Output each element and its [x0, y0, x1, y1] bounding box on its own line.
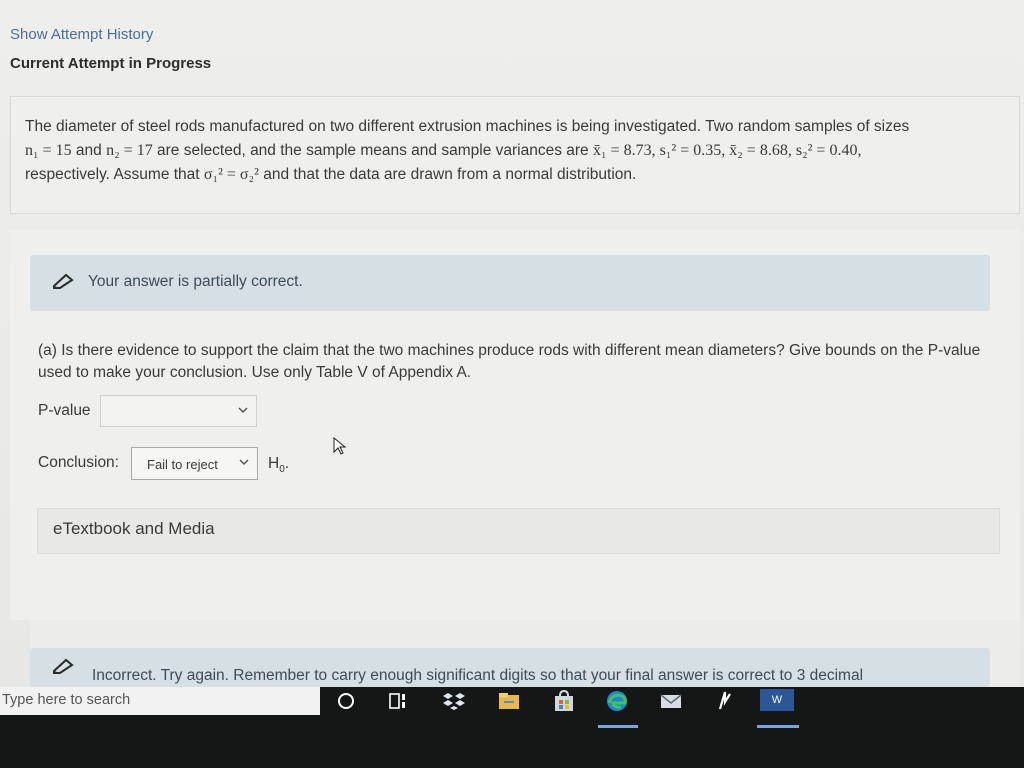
mouse-cursor-icon: [333, 437, 347, 455]
feedback-incorrect-message: Incorrect. Try again. Remember to carry …: [92, 667, 864, 684]
etextbook-label: eTextbook and Media: [53, 519, 215, 538]
attempt-links: Show Attempt History Current Attempt in …: [10, 26, 211, 72]
etextbook-media-panel[interactable]: eTextbook and Media: [37, 508, 1000, 554]
cortana-icon[interactable]: [333, 689, 359, 713]
pencil-icon: [53, 658, 74, 674]
chevron-down-icon: [239, 459, 249, 466]
question-line-3b: and that the data are drawn from a norma…: [258, 166, 637, 183]
conclusion-label: Conclusion:: [38, 454, 119, 471]
question-line-3a: respectively. Assume that: [25, 166, 204, 183]
task-view-icon[interactable]: [385, 689, 411, 713]
feedback-partial-message: Your answer is partially correct.: [88, 273, 303, 290]
sample-size-2: n₂ = 17: [106, 142, 153, 159]
question-box: The diameter of steel rods manufactured …: [10, 96, 1020, 214]
conclusion-selected: Fail to reject: [147, 457, 218, 472]
question-and: and: [71, 142, 107, 159]
pencil-icon: [53, 273, 74, 289]
h0-letter: H: [268, 455, 280, 472]
pvalue-select[interactable]: [100, 395, 257, 427]
h0-label: H0.: [268, 455, 289, 475]
current-attempt-label: Current Attempt in Progress: [10, 55, 212, 72]
variance-assumption: σ₁² = σ₂²: [203, 166, 259, 183]
edge-active-indicator: [598, 725, 638, 728]
feedback-partial: Your answer is partially correct.: [30, 255, 990, 311]
search-placeholder: Type here to search: [2, 692, 131, 708]
word-active-indicator: [757, 725, 799, 728]
chevron-down-icon: [238, 407, 248, 414]
conclusion-select[interactable]: Fail to reject: [131, 447, 258, 480]
question-line-2: are selected, and the sample means and s…: [152, 142, 593, 159]
show-attempt-history-link[interactable]: Show Attempt History: [10, 26, 211, 43]
file-explorer-icon[interactable]: [496, 689, 522, 713]
word-label: W: [771, 694, 783, 706]
feedback-incorrect: Incorrect. Try again. Remember to carry …: [30, 648, 990, 688]
mail-icon[interactable]: [658, 689, 684, 713]
edge-icon[interactable]: [604, 689, 630, 713]
dropbox-icon[interactable]: [441, 689, 467, 713]
pvalue-label: P-value: [38, 402, 91, 419]
question-text: The diameter of steel rods manufactured …: [25, 115, 1010, 187]
screen: Show Attempt History Current Attempt in …: [0, 0, 1024, 768]
taskbar-search[interactable]: Type here to search: [0, 687, 320, 715]
word-icon[interactable]: W: [760, 689, 794, 711]
question-line-1: The diameter of steel rods manufactured …: [25, 118, 910, 135]
store-icon[interactable]: [551, 689, 577, 713]
sample-stats: x̄₁ = 8.73, s₁² = 0.35, x̄₂ = 8.68, s₂² …: [592, 142, 862, 159]
taskbar: Type here to search W: [0, 687, 1024, 768]
part-a-question: (a) Is there evidence to support the cla…: [38, 342, 981, 381]
app-icon[interactable]: [712, 689, 738, 713]
sample-size-1: n₁ = 15: [25, 142, 72, 159]
h0-period: .: [284, 455, 290, 472]
